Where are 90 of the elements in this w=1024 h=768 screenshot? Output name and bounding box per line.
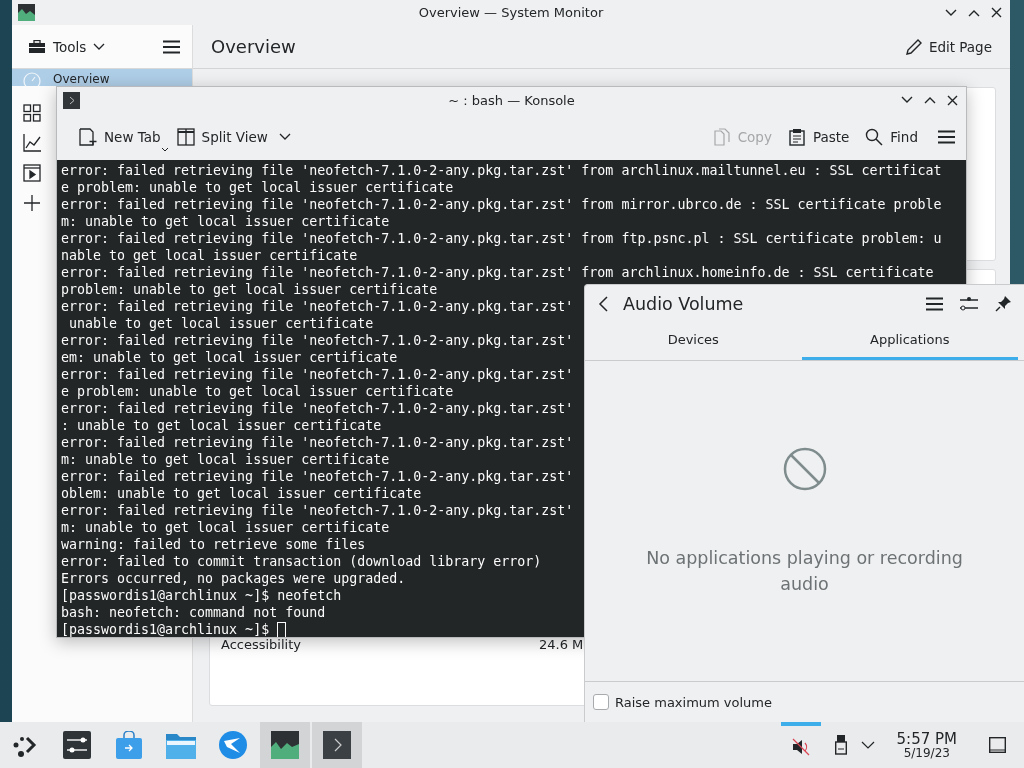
new-tab-icon (79, 127, 97, 146)
window-title: Overview — System Monitor (418, 5, 604, 20)
task-button[interactable] (312, 722, 362, 768)
terminal-app-icon (63, 91, 80, 109)
split-view-button[interactable]: Split View (170, 123, 297, 150)
table-cell-text: Accessibility (221, 636, 302, 652)
terminal-line: error: failed retrieving file 'neofetch-7.1.0-2-any.pkg.tar.zst' (61, 502, 574, 519)
menu-icon[interactable] (938, 129, 955, 144)
copy-icon (712, 127, 731, 146)
terminal-line: warning: failed to retrieve some files (61, 536, 366, 553)
page-title: Overview (211, 36, 296, 57)
terminal-line: : unable to get local issuer certificate (61, 417, 382, 434)
task-button[interactable] (260, 722, 310, 768)
chart-icon (23, 134, 41, 152)
terminal-line: e problem: unable to get local issuer certificate (61, 179, 454, 196)
terminal-line: error: failed retrieving file 'neofetch-7.1.0-2-any.pkg.tar.zst' (61, 434, 574, 451)
raise-volume-checkbox[interactable]: Raise maximum volume (593, 694, 773, 710)
close-icon[interactable] (947, 94, 958, 106)
terminal-line: error: failed to commit transaction (download library error) (61, 553, 542, 570)
terminal-line: e problem: unable to get local issuer certificate (61, 383, 454, 400)
close-icon[interactable] (991, 7, 1002, 18)
terminal-line: error: failed retrieving file 'neofetch-7.1.0-2-any.pkg.tar.zst' from ftp.psnc.pl : SSL certificate problem: u (61, 230, 942, 247)
terminal-line: m: unable to get local issuer certificate (61, 451, 390, 468)
speaker-muted-icon[interactable] (790, 737, 811, 757)
terminal-line: em: unable to get local issuer certificate (61, 349, 398, 366)
grid-icon (23, 104, 41, 122)
minimize-icon[interactable] (945, 8, 957, 17)
chevron-down-icon (278, 132, 291, 141)
tab[interactable]: Devices (585, 322, 802, 360)
no-entry-icon (782, 447, 827, 491)
terminal-line: oblem: unable to get local issuer certificate (61, 485, 422, 502)
terminal-line: error: failed retrieving file 'neofetch-7.1.0-2-any.pkg.tar.zst' from archlinux.mailtunnel.eu : SSL certificat (61, 162, 942, 179)
text-cursor-icon (277, 621, 287, 637)
terminal-line: [passwordis1@archlinux ~]$ neofetch (61, 587, 342, 604)
new-tab-button[interactable]: New Tab (73, 123, 167, 150)
terminal-line: error: failed retrieving file 'neofetch-7.1.0-2-any.pkg.tar.zst' (61, 400, 574, 417)
terminal-app-icon (322, 731, 352, 759)
usb-drive-icon[interactable] (834, 735, 847, 755)
terminal-line: problem: unable to get local issuer certificate (61, 281, 438, 298)
maximize-icon[interactable] (924, 96, 936, 104)
edit-page-button[interactable]: Edit Page (898, 36, 998, 57)
menu-icon[interactable] (163, 39, 180, 54)
back-icon[interactable] (598, 295, 608, 312)
show-desktop-icon[interactable] (989, 737, 1006, 753)
terminal-line: error: failed retrieving file 'neofetch-7.1.0-2-any.pkg.tar.zst' (61, 332, 574, 349)
tools-button[interactable]: Tools (26, 36, 108, 57)
table-cell: 24.6 M (539, 636, 584, 652)
terminal-line: Errors occurred, no packages were upgraded. (61, 570, 406, 587)
popup-title: Audio Volume (623, 293, 744, 314)
clock-date[interactable]: 5/19/23 (903, 746, 950, 759)
terminal-line: error: failed retrieving file 'neofetch-7.1.0-2-any.pkg.tar.zst' (61, 468, 574, 485)
paste-button[interactable]: Paste (781, 123, 856, 150)
menu-icon[interactable] (926, 296, 943, 311)
clipboard-icon (787, 127, 806, 146)
find-button[interactable]: Find (859, 123, 924, 150)
terminal-line: m: unable to get local issuer certificate (61, 519, 390, 536)
play-window-icon (23, 164, 41, 182)
clock-time[interactable]: 5:57 PM (896, 731, 957, 747)
pin-icon[interactable] (995, 295, 1012, 312)
split-view-icon (176, 127, 195, 146)
folder-icon (166, 731, 196, 759)
pencil-icon (904, 37, 923, 56)
terminal-line: [passwordis1@archlinux ~]$ (61, 621, 270, 637)
maximize-icon[interactable] (968, 8, 980, 17)
terminal-line: error: failed retrieving file 'neofetch-7.1.0-2-any.pkg.tar.zst' from archlinux.homeinfo.de : SSL certificate (61, 264, 934, 281)
terminal-line: error: failed retrieving file 'neofetch-7.1.0-2-any.pkg.tar.zst' (61, 298, 574, 315)
terminal-line: error: failed retrieving file 'neofetch-7.1.0-2-any.pkg.tar.zst' (61, 366, 574, 383)
toolbox-icon (28, 39, 46, 54)
tab[interactable]: Applications (801, 322, 1018, 360)
terminal-line: unable to get local issuer certificate (68, 315, 374, 332)
empty-message: No applications playing or recording audio (645, 547, 964, 596)
search-icon (865, 127, 884, 146)
terminal-line: error: failed retrieving file 'neofetch-7.1.0-2-any.pkg.tar.zst' from mirror.ubrco.de : SSL certificate proble (61, 196, 942, 213)
terminal-line: bash: neofetch: command not found (61, 604, 326, 621)
terminal-line: nable to get local issuer certificate (61, 247, 358, 264)
round-app-icon (218, 731, 248, 759)
minimize-icon[interactable] (901, 96, 913, 104)
chevron-icon[interactable] (860, 741, 875, 749)
sidebar-item[interactable]: Overview (12, 69, 192, 86)
bag-icon (114, 731, 144, 759)
caret-icon (160, 146, 169, 152)
chevron-down-icon (93, 42, 106, 51)
terminal-line: m: unable to get local issuer certificate (61, 213, 390, 230)
chart-app-icon (18, 4, 35, 21)
gauge-icon (23, 72, 41, 86)
sliders-app-icon (62, 731, 92, 759)
plus-icon (23, 194, 41, 212)
chart-app-icon (270, 731, 300, 759)
sliders-icon[interactable] (960, 295, 978, 312)
window-title: ~ : bash — Konsole (448, 92, 575, 108)
